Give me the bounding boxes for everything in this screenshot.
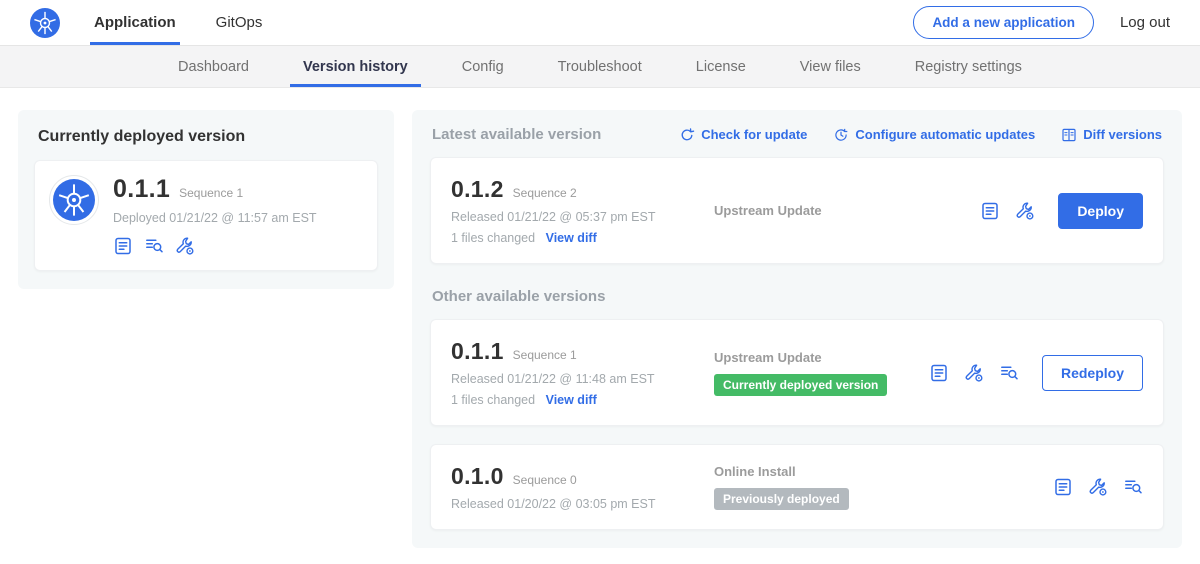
release-notes-icon[interactable] bbox=[980, 201, 1000, 221]
version-number: 0.1.2 bbox=[451, 176, 504, 203]
version-row-0-1-1: 0.1.1 Sequence 1 Released 01/21/22 @ 11:… bbox=[430, 319, 1164, 426]
version-source-label: Online Install bbox=[714, 464, 1045, 479]
app-subnav: Dashboard Version history Config Trouble… bbox=[0, 46, 1200, 88]
redeploy-button[interactable]: Redeploy bbox=[1042, 355, 1143, 391]
subnav-registry-settings[interactable]: Registry settings bbox=[888, 46, 1049, 87]
previously-deployed-badge: Previously deployed bbox=[714, 488, 849, 510]
subnav-dashboard[interactable]: Dashboard bbox=[151, 46, 276, 87]
config-wrench-icon[interactable] bbox=[964, 363, 984, 383]
diff-icon[interactable] bbox=[1123, 477, 1143, 497]
deployed-sequence-label: Sequence 1 bbox=[179, 186, 243, 200]
main-content: Currently deployed version 0.1.1 Sequenc… bbox=[0, 88, 1200, 564]
tab-application[interactable]: Application bbox=[94, 0, 176, 45]
released-timestamp: Released 01/21/22 @ 11:48 am EST bbox=[451, 372, 706, 386]
clock-arrow-icon bbox=[833, 127, 849, 143]
version-number: 0.1.1 bbox=[451, 338, 504, 365]
release-notes-icon[interactable] bbox=[929, 363, 949, 383]
version-source-label: Upstream Update bbox=[714, 350, 921, 365]
config-wrench-icon[interactable] bbox=[1015, 201, 1035, 221]
currently-deployed-title: Currently deployed version bbox=[38, 128, 378, 146]
latest-available-title: Latest available version bbox=[432, 126, 601, 143]
release-notes-icon[interactable] bbox=[113, 236, 133, 256]
deployed-version-card: 0.1.1 Sequence 1 Deployed 01/21/22 @ 11:… bbox=[34, 160, 378, 271]
diff-icon[interactable] bbox=[999, 363, 1019, 383]
released-timestamp: Released 01/20/22 @ 03:05 pm EST bbox=[451, 497, 706, 511]
refresh-icon bbox=[679, 127, 695, 143]
diff-icon[interactable] bbox=[144, 236, 164, 256]
files-changed-label: 1 files changed bbox=[451, 393, 535, 407]
other-available-versions-title: Other available versions bbox=[432, 288, 1162, 305]
currently-deployed-badge: Currently deployed version bbox=[714, 374, 887, 396]
tab-gitops[interactable]: GitOps bbox=[216, 0, 263, 45]
config-wrench-icon[interactable] bbox=[175, 236, 195, 256]
deployed-timestamp: Deployed 01/21/22 @ 11:57 am EST bbox=[113, 211, 317, 225]
view-diff-link[interactable]: View diff bbox=[546, 231, 597, 245]
version-sequence-label: Sequence 2 bbox=[513, 186, 577, 200]
subnav-version-history[interactable]: Version history bbox=[276, 46, 435, 87]
diff-columns-icon bbox=[1061, 127, 1077, 143]
config-wrench-icon[interactable] bbox=[1088, 477, 1108, 497]
subnav-license[interactable]: License bbox=[669, 46, 773, 87]
view-diff-link[interactable]: View diff bbox=[546, 393, 597, 407]
released-timestamp: Released 01/21/22 @ 05:37 pm EST bbox=[451, 210, 706, 224]
files-changed-label: 1 files changed bbox=[451, 231, 535, 245]
version-source-label: Upstream Update bbox=[714, 203, 972, 218]
version-row-0-1-2: 0.1.2 Sequence 2 Released 01/21/22 @ 05:… bbox=[430, 157, 1164, 264]
version-sequence-label: Sequence 0 bbox=[513, 473, 577, 487]
subnav-troubleshoot[interactable]: Troubleshoot bbox=[531, 46, 669, 87]
version-sequence-label: Sequence 1 bbox=[513, 348, 577, 362]
deployed-app-logo-icon bbox=[49, 175, 99, 225]
check-for-update-label: Check for update bbox=[701, 127, 807, 142]
configure-updates-label: Configure automatic updates bbox=[855, 127, 1035, 142]
version-number: 0.1.0 bbox=[451, 463, 504, 490]
kubernetes-logo-icon bbox=[30, 0, 60, 45]
version-history-panel: Latest available version Check for updat… bbox=[412, 110, 1182, 548]
top-header: Application GitOps Add a new application… bbox=[0, 0, 1200, 46]
version-row-0-1-0: 0.1.0 Sequence 0 Released 01/20/22 @ 03:… bbox=[430, 444, 1164, 530]
currently-deployed-panel: Currently deployed version 0.1.1 Sequenc… bbox=[18, 110, 394, 289]
top-tabs: Application GitOps bbox=[94, 0, 262, 45]
add-application-button[interactable]: Add a new application bbox=[913, 6, 1094, 39]
logout-link[interactable]: Log out bbox=[1120, 14, 1170, 31]
deployed-version-number: 0.1.1 bbox=[113, 175, 170, 204]
release-notes-icon[interactable] bbox=[1053, 477, 1073, 497]
subnav-config[interactable]: Config bbox=[435, 46, 531, 87]
check-for-update-link[interactable]: Check for update bbox=[679, 127, 807, 143]
subnav-view-files[interactable]: View files bbox=[773, 46, 888, 87]
configure-automatic-updates-link[interactable]: Configure automatic updates bbox=[833, 127, 1035, 143]
diff-versions-link[interactable]: Diff versions bbox=[1061, 127, 1162, 143]
diff-versions-label: Diff versions bbox=[1083, 127, 1162, 142]
deploy-button[interactable]: Deploy bbox=[1058, 193, 1143, 229]
